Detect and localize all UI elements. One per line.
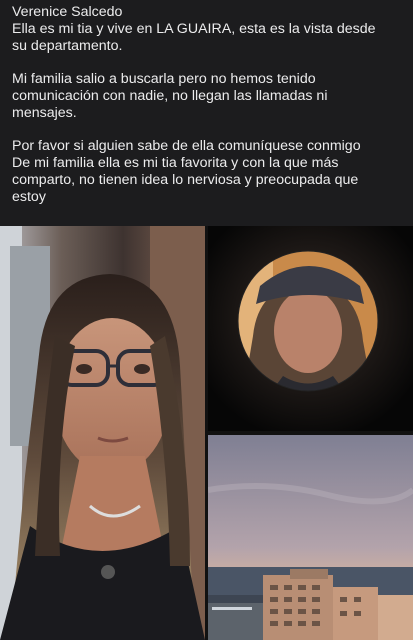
selfie-woman-glasses-photo[interactable] (0, 226, 205, 640)
post-paragraph-3: Por favor si alguien sabe de ella comuní… (12, 138, 361, 205)
post-paragraph-2: Mi familia salio a buscarla pero no hemo… (12, 71, 328, 121)
author-name[interactable]: Verenice Salcedo (12, 4, 407, 21)
coastal-view-photo[interactable] (208, 435, 413, 640)
post-card: Verenice Salcedo Ella es mi tia y vive e… (0, 0, 413, 640)
woman-cap-circle-photo[interactable] (208, 226, 413, 431)
photo-grid (0, 226, 413, 640)
post-text: Verenice Salcedo Ella es mi tia y vive e… (12, 4, 407, 206)
post-paragraph-1: Ella es mi tia y vive en LA GUAIRA, esta… (12, 20, 376, 54)
